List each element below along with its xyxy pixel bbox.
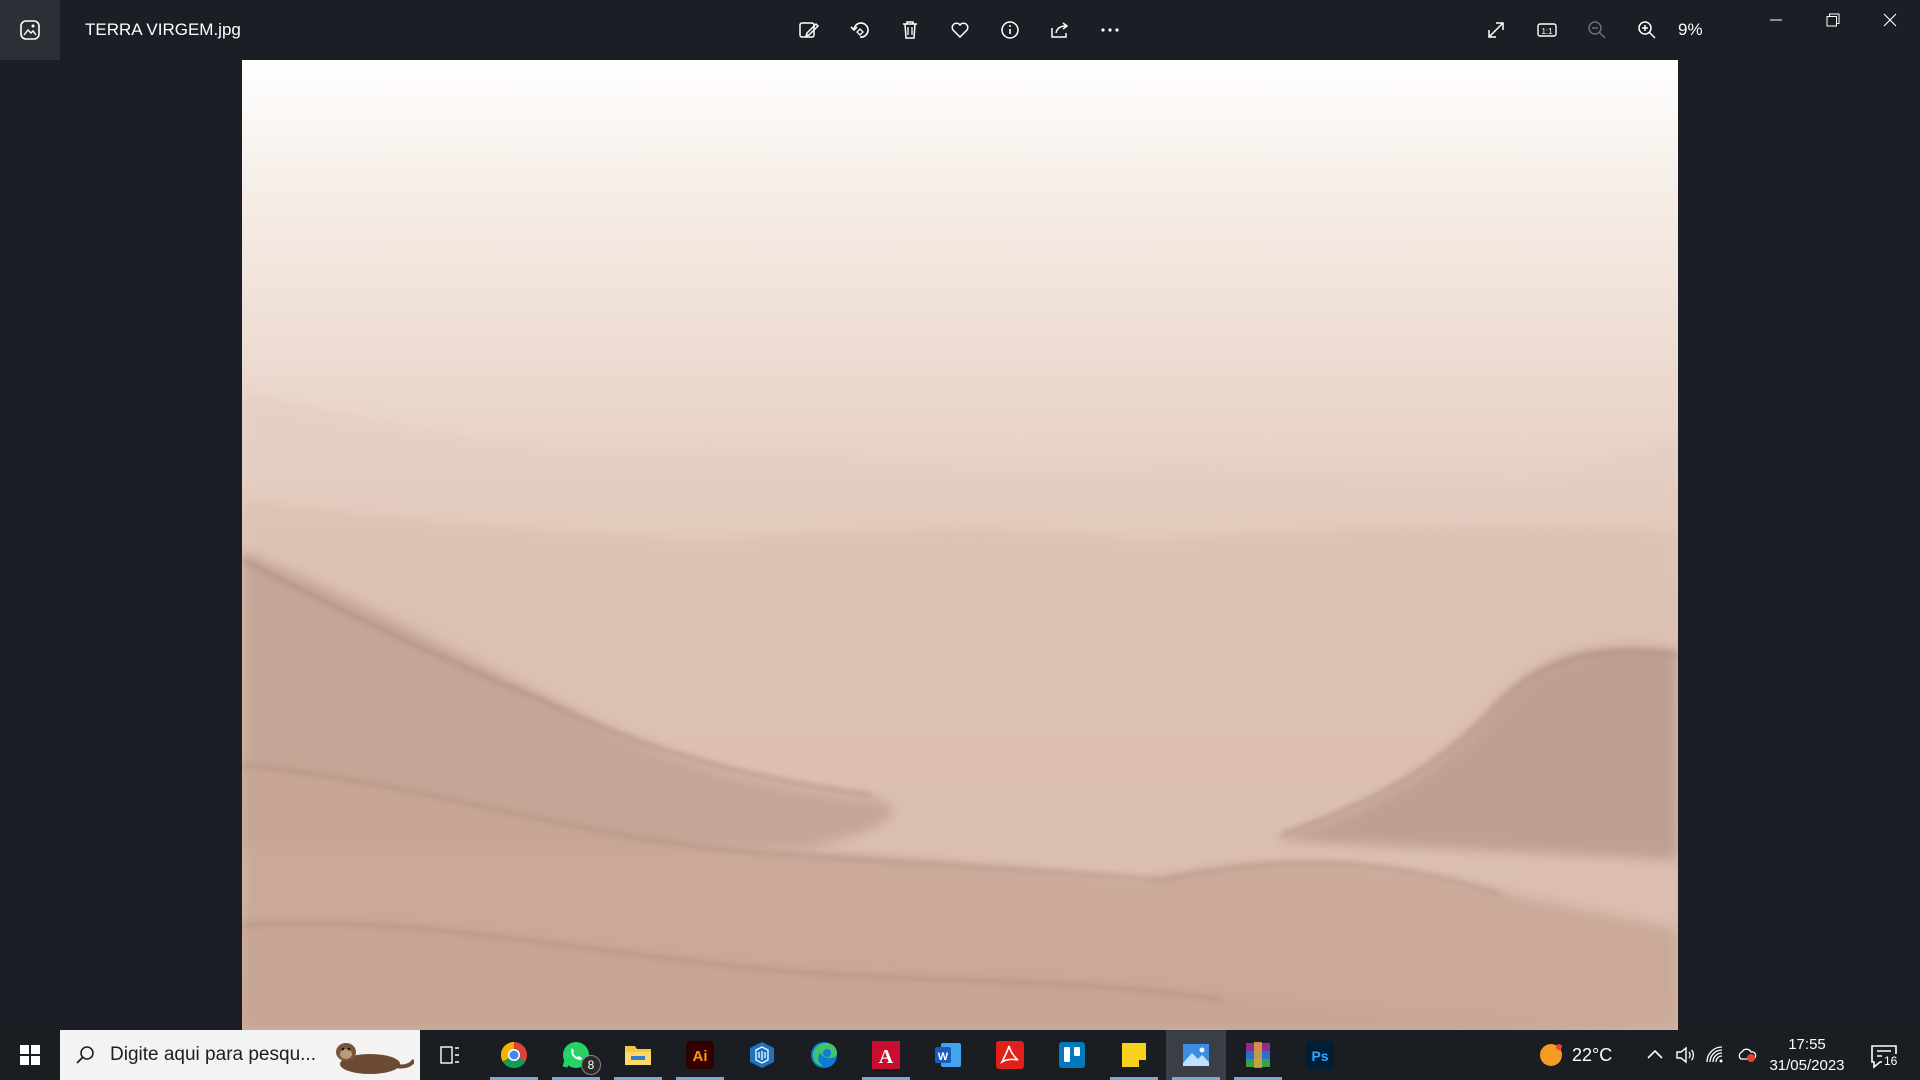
taskbar-chrome[interactable] [484,1030,544,1080]
sketchup-icon [750,1042,774,1068]
taskbar-file-explorer[interactable] [608,1030,668,1080]
zoom-in-icon [1638,21,1656,39]
taskbar: Digite aqui para pesqu... 8 Ai A W Ps 22… [0,1030,1920,1080]
title-bar: TERRA VIRGEM.jpg 1:1 9% [0,0,1920,60]
taskbar-sketchup[interactable] [732,1030,792,1080]
start-button[interactable] [0,1030,60,1080]
see-more-button[interactable] [1090,10,1130,50]
taskbar-winrar[interactable] [1228,1030,1288,1080]
share-icon [1051,22,1069,38]
acrobat-icon [996,1041,1024,1069]
windows-icon [20,1045,40,1065]
taskbar-photoshop[interactable]: Ps [1290,1030,1350,1080]
zoom-out-icon [1588,21,1606,39]
taskbar-photos[interactable] [1166,1030,1226,1080]
taskbar-autocad[interactable]: A [856,1030,916,1080]
info-icon [1001,21,1019,39]
actual-size-button[interactable]: 1:1 [1527,10,1567,50]
landscape-photo [242,60,1678,1030]
taskbar-trello[interactable] [1042,1030,1102,1080]
photoshop-icon: Ps [1306,1041,1334,1069]
actual-size-icon: 1:1 [1537,23,1557,37]
close-button[interactable] [1862,0,1918,40]
illustrator-icon: Ai [686,1041,714,1069]
delete-button[interactable] [890,10,930,50]
file-info-button[interactable] [990,10,1030,50]
restore-button[interactable] [1805,0,1861,40]
zoom-in-button[interactable] [1627,10,1667,50]
share-button[interactable] [1040,10,1080,50]
search-highlight-otter-icon [336,1043,414,1074]
photos-app-icon[interactable] [0,0,60,60]
zoom-out-button[interactable] [1577,10,1617,50]
illustrator-label: Ai [693,1048,708,1065]
more-icon [1101,28,1119,32]
taskbar-edge[interactable] [794,1030,854,1080]
trash-icon [903,21,917,39]
expand-icon [1488,22,1504,38]
close-icon [1883,13,1897,27]
system-clock[interactable]: 17:55 31/05/2023 [1762,1034,1852,1076]
sticky-notes-icon [1122,1043,1146,1067]
favorite-button[interactable] [940,10,980,50]
full-screen-button[interactable] [1476,10,1516,50]
minimize-icon [1770,19,1782,21]
edit-image-icon [799,22,820,38]
volume-icon[interactable] [1674,1044,1696,1066]
svg-text:1:1: 1:1 [1541,27,1553,36]
image-icon [20,20,40,40]
rotate-button[interactable] [840,10,880,50]
image-canvas[interactable] [242,60,1678,1030]
taskbar-illustrator[interactable]: Ai [670,1030,730,1080]
search-placeholder: Digite aqui para pesqu... [110,1044,316,1065]
window-title: TERRA VIRGEM.jpg [85,20,241,39]
rotate-icon [850,22,869,38]
photos-icon [1183,1044,1209,1066]
taskbar-whatsapp[interactable]: 8 [546,1030,606,1080]
restore-icon [1826,13,1840,27]
clock-date: 31/05/2023 [1769,1057,1845,1074]
sun-icon [1540,1044,1562,1066]
word-icon: W [935,1043,961,1067]
task-view-icon [440,1046,459,1064]
folder-icon [625,1046,651,1065]
chevron-up-icon[interactable] [1644,1044,1666,1066]
trello-icon [1059,1042,1085,1068]
heart-icon [951,22,969,39]
chrome-icon [500,1041,527,1069]
edge-icon [811,1042,837,1068]
search-icon [76,1046,94,1064]
notification-badge: 8 [581,1055,601,1075]
zoom-level[interactable]: 9% [1678,0,1703,60]
weather-temperature: 22°C [1572,1044,1613,1065]
clock-time: 17:55 [1788,1036,1826,1053]
cloud-sync-icon[interactable] [1736,1044,1758,1066]
winrar-icon [1246,1042,1270,1068]
edit-image-button[interactable] [789,10,829,50]
taskbar-search[interactable]: Digite aqui para pesqu... [60,1030,420,1080]
minimize-button[interactable] [1748,0,1804,40]
photoshop-label: Ps [1311,1048,1328,1064]
weather-widget[interactable]: 22°C [1538,1030,1612,1080]
taskbar-sticky-notes[interactable] [1104,1030,1164,1080]
word-label: W [938,1051,949,1063]
notification-count: 16 [1882,1054,1900,1068]
autocad-label: A [879,1046,894,1068]
taskbar-acrobat[interactable] [980,1030,1040,1080]
wifi-icon[interactable] [1704,1044,1726,1066]
taskbar-word[interactable]: W [918,1030,978,1080]
autocad-icon: A [872,1041,900,1069]
task-view-button[interactable] [420,1030,480,1080]
